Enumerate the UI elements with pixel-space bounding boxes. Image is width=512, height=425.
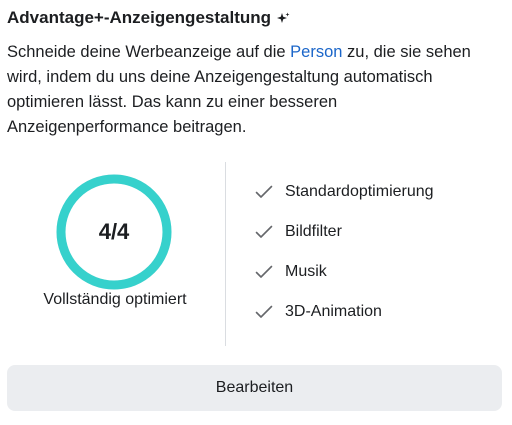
description-text-start: Schneide deine Werbeanzeige auf die: [7, 43, 291, 61]
feature-label: Bildfilter: [285, 223, 342, 240]
checkmark-icon: [255, 265, 273, 279]
feature-label: Standardoptimierung: [285, 183, 434, 200]
card-description: Schneide deine Werbeanzeige auf die Pers…: [7, 40, 502, 140]
feature-item: 3D-Animation: [255, 292, 434, 332]
checkmark-icon: [255, 185, 273, 199]
feature-label: 3D-Animation: [285, 303, 382, 320]
feature-item: Musik: [255, 252, 434, 292]
feature-label: Musik: [285, 263, 327, 280]
optimization-summary: 4/4 Vollständig optimiert: [0, 162, 226, 346]
checkmark-icon: [255, 225, 273, 239]
person-link[interactable]: Person: [290, 43, 342, 61]
optimization-status: Vollständig optimiert: [43, 291, 187, 308]
feature-item: Standardoptimierung: [255, 172, 434, 212]
card-title-text: Advantage+-Anzeigengestaltung: [7, 8, 272, 27]
edit-button[interactable]: Bearbeiten: [7, 365, 502, 411]
feature-checklist: Standardoptimierung Bildfilter Musik 3D-Ani…: [255, 172, 434, 332]
checkmark-icon: [255, 305, 273, 319]
feature-item: Bildfilter: [255, 212, 434, 252]
sparkle-icon: [276, 11, 290, 25]
card-title: Advantage+-Anzeigengestaltung: [7, 8, 290, 28]
vertical-divider: [225, 162, 226, 346]
optimization-score: 4/4: [98, 219, 130, 244]
advantage-plus-creative-card: Advantage+-Anzeigengestaltung Schneide d…: [0, 0, 512, 425]
